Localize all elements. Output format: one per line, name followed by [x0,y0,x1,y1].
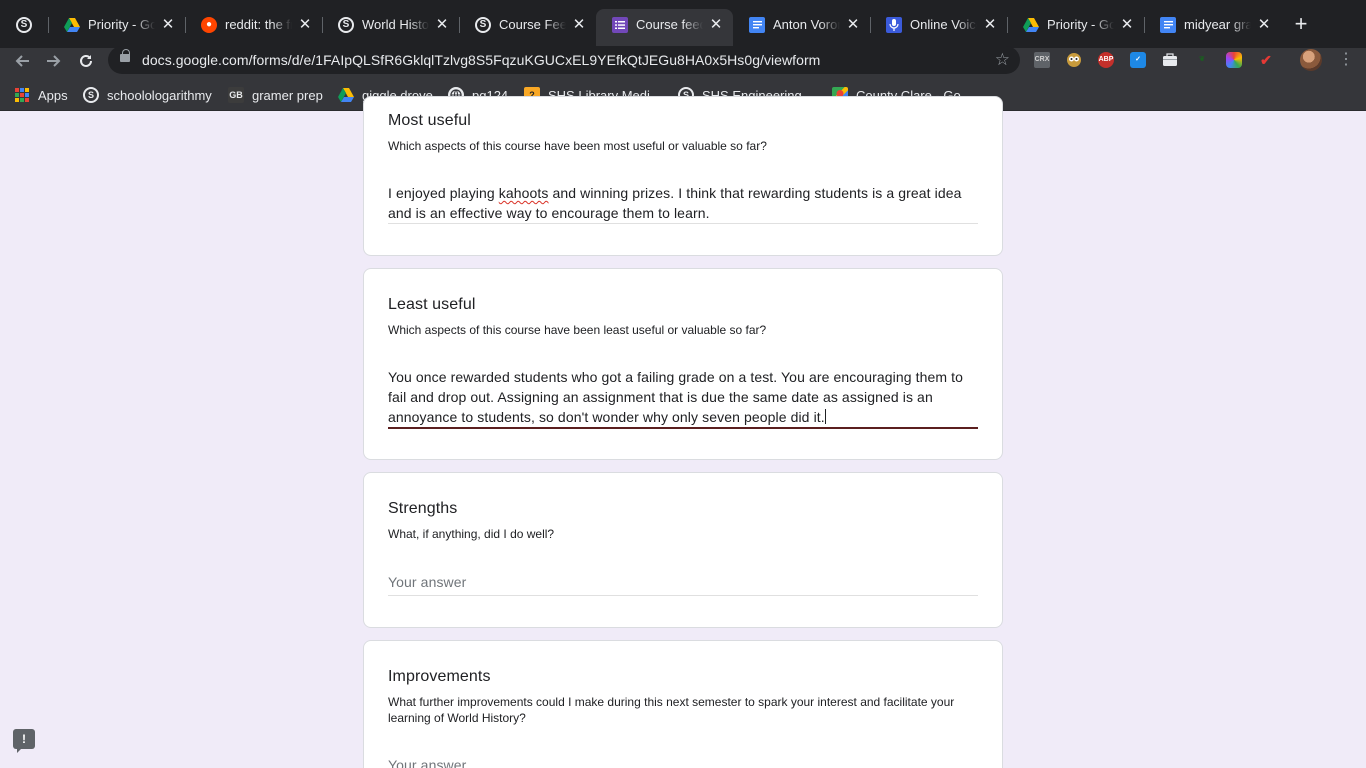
tab-midyear-grades[interactable]: midyear grad ✕ [1144,9,1281,40]
profile-avatar[interactable] [1300,49,1322,71]
url-text: docs.google.com/forms/d/e/1FAIpQLSfR6Gkl… [142,52,821,68]
apps-grid-icon [15,88,29,102]
tab-title: Online Voice [910,17,977,32]
back-button[interactable] [9,50,35,76]
answer-textarea[interactable]: I enjoyed playing kahoots and winning pr… [388,183,978,223]
close-tab-icon[interactable]: ✕ [572,17,586,32]
gb-icon: GB [228,87,244,103]
question-card-improvements: Improvements What further improvements c… [363,640,1003,768]
reddit-icon: ● [201,16,217,33]
bookmark-label: schoolologarithmy [107,87,212,103]
tab-priority-drive-2[interactable]: Priority - Go ✕ [1007,9,1145,40]
tab-schoology-pinned[interactable]: S [0,9,49,40]
text-caret [824,409,826,424]
tab-course-feedback-form[interactable]: Course feedb ✕ [596,9,733,48]
check-extension-icon[interactable]: ✓ [1130,52,1146,68]
briefcase-extension-icon[interactable] [1162,52,1178,68]
question-title: Strengths [388,500,458,517]
google-drive-icon [338,87,354,103]
bookmark-schoolologarithmy[interactable]: S schoolologarithmy [83,86,212,104]
tab-title: reddit: the fr [225,17,292,32]
tab-priority-drive[interactable]: Priority - Go ✕ [48,9,186,40]
question-card-least-useful: Least useful Which aspects of this cours… [363,268,1003,460]
report-feedback-button[interactable]: ! [13,729,35,753]
close-tab-icon[interactable]: ✕ [1120,17,1134,32]
forward-button[interactable] [41,50,67,76]
tab-world-history[interactable]: S World Histor ✕ [322,9,460,40]
answer-input[interactable]: Your answer [388,755,978,768]
answer-input[interactable]: Your answer [388,572,978,592]
kebab-menu-icon[interactable]: ⋮ [1338,50,1354,70]
bookmark-label: gramer prep [252,87,323,103]
tab-title: Priority - Go [1047,17,1114,32]
bookmark-gramer-prep[interactable]: GB gramer prep [228,86,323,104]
tab-title: Course feedb [636,17,703,32]
answer-underline [388,595,978,596]
close-tab-icon[interactable]: ✕ [161,17,175,32]
google-docs-icon [1160,16,1176,33]
bookmark-star-icon[interactable]: ☆ [995,50,1010,70]
question-description: Which aspects of this course have been l… [388,323,767,337]
misspelled-word[interactable]: kahoots [499,185,549,201]
schoology-icon: S [16,16,32,33]
answer-underline-focused [388,427,978,429]
google-drive-icon [1023,17,1039,33]
question-title: Improvements [388,668,491,685]
answer-textarea[interactable]: You once rewarded students who got a fai… [388,367,978,427]
colorful-extension-icon[interactable] [1226,52,1242,68]
google-docs-icon [749,16,765,33]
address-bar[interactable]: docs.google.com/forms/d/e/1FAIpQLSfR6Gkl… [108,46,1020,74]
tab-anton-voronov[interactable]: Anton Vorono ✕ [733,9,871,40]
bookmark-apps[interactable]: Apps [15,86,68,104]
close-tab-icon[interactable]: ✕ [709,17,723,32]
reload-button[interactable] [73,50,99,76]
google-drive-icon [64,17,80,33]
tab-reddit[interactable]: ● reddit: the fr ✕ [185,9,323,40]
crx-extension-icon[interactable]: CRX [1034,52,1050,68]
close-tab-icon[interactable]: ✕ [846,17,860,32]
leaf-extension-icon[interactable]: ❦ [1194,52,1210,68]
question-description: What, if anything, did I do well? [388,527,555,541]
tab-title: Priority - Go [88,17,155,32]
close-tab-icon[interactable]: ✕ [298,17,312,32]
reload-icon [80,54,92,67]
swoosh-extension-icon[interactable]: ✔ [1258,52,1274,68]
adblock-plus-icon[interactable]: ABP [1098,52,1114,68]
tab-online-voice[interactable]: Online Voice ✕ [870,9,1008,40]
back-arrow-icon [15,55,29,67]
google-forms-icon [612,17,628,33]
lock-icon [120,49,130,62]
tab-course-feed-schoology[interactable]: S Course Feed ✕ [459,9,596,40]
owl-extension-icon[interactable] [1066,52,1082,68]
tab-title: Course Feed [499,17,566,32]
question-card-strengths: Strengths What, if anything, did I do we… [363,472,1003,628]
tab-title: midyear grad [1184,17,1251,32]
tab-strip: S Priority - Go ✕ ● reddit: the fr ✕ S W… [0,0,1366,48]
voice-recorder-icon [886,16,902,33]
close-tab-icon[interactable]: ✕ [435,17,449,32]
schoology-icon: S [83,87,99,103]
question-title: Most useful [388,112,471,129]
question-card-most-useful: Most useful Which aspects of this course… [363,96,1003,256]
forward-arrow-icon [47,55,61,67]
tab-title: Anton Vorono [773,17,840,32]
question-title: Least useful [388,296,476,313]
bookmark-label: Apps [38,87,68,103]
new-tab-button[interactable]: + [1290,13,1312,36]
question-description: Which aspects of this course have been m… [388,139,767,153]
schoology-icon: S [475,16,491,33]
tab-title: World Histor [362,17,429,32]
schoology-icon: S [338,16,354,33]
answer-underline [388,223,978,224]
browser-toolbar: docs.google.com/forms/d/e/1FAIpQLSfR6Gkl… [0,46,1366,78]
question-description: What further improvements could I make d… [388,695,955,725]
close-tab-icon[interactable]: ✕ [983,17,997,32]
close-tab-icon[interactable]: ✕ [1257,17,1271,32]
